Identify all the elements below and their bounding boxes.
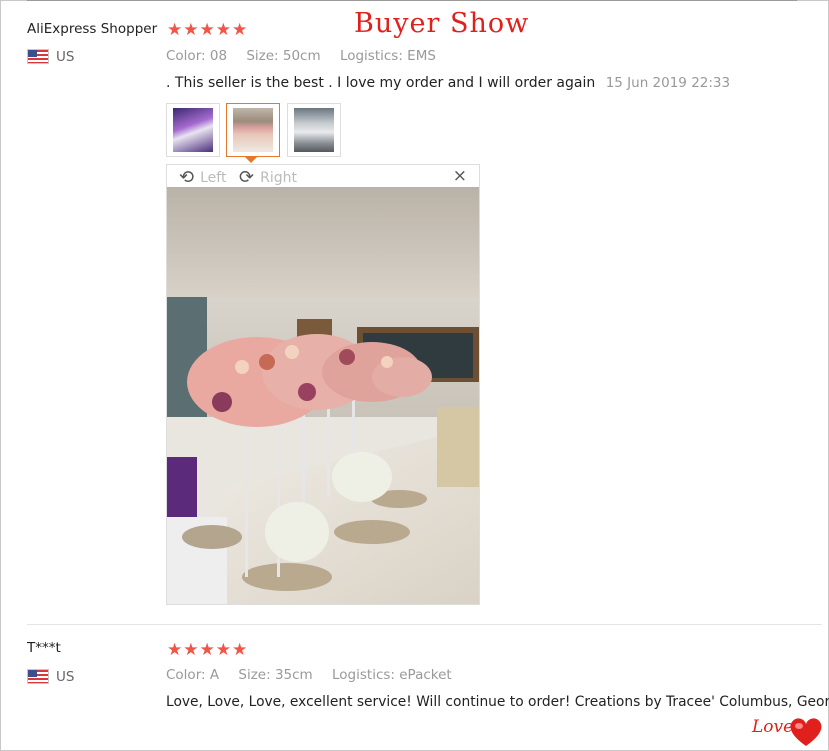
- review-divider: [27, 624, 822, 625]
- order-info: Color: 08 Size: 50cm Logistics: EMS: [166, 48, 451, 64]
- color-info: Color: A: [166, 667, 220, 683]
- color-info: Color: 08: [166, 48, 228, 64]
- close-icon[interactable]: ×: [453, 166, 467, 186]
- rotate-left-button[interactable]: ⟲ Left: [179, 167, 226, 188]
- rating-stars: ★ ★ ★ ★ ★: [167, 642, 247, 659]
- rotate-right-icon: ⟳: [239, 167, 255, 188]
- star-icon: ★: [183, 640, 199, 660]
- order-info: Color: A Size: 35cm Logistics: ePacket: [166, 667, 467, 683]
- logistics-info: Logistics: EMS: [339, 48, 436, 64]
- rotate-left-label: Left: [200, 169, 227, 186]
- photo-illustration: [167, 187, 479, 604]
- star-icon: ★: [215, 20, 231, 40]
- rotate-right-button[interactable]: ⟳ Right: [239, 167, 297, 188]
- buyer-show-headline: Buyer Show: [354, 8, 530, 39]
- size-info: Size: 35cm: [238, 667, 313, 683]
- logistics-info: Logistics: ePacket: [332, 667, 452, 683]
- review-photo-thumb[interactable]: [166, 103, 220, 157]
- review-photo-thumb-selected[interactable]: [226, 103, 280, 157]
- review-text: Love, Love, Love, excellent service! Wil…: [166, 694, 829, 710]
- top-divider: [27, 0, 797, 1]
- star-icon: ★: [215, 640, 231, 660]
- review-photo-thumb[interactable]: [287, 103, 341, 157]
- rotate-right-label: Right: [260, 169, 297, 186]
- review-date: 15 Jun 2019 22:33: [605, 75, 731, 91]
- review-text: . This seller is the best . I love my or…: [166, 75, 596, 91]
- star-icon: ★: [167, 20, 183, 40]
- reviewer-country: US: [56, 49, 75, 65]
- photo-thumbnail-image: [233, 108, 273, 152]
- star-icon: ★: [199, 20, 215, 40]
- reviewer-name: T***t: [27, 640, 61, 656]
- photo-thumbnail-image: [173, 108, 213, 152]
- rating-stars: ★ ★ ★ ★ ★: [167, 22, 247, 39]
- heart-icon: [790, 718, 822, 746]
- us-flag-icon: [27, 669, 49, 684]
- us-flag-icon: [27, 49, 49, 64]
- photo-thumbnail-image: [294, 108, 334, 152]
- star-icon: ★: [167, 640, 183, 660]
- star-icon: ★: [199, 640, 215, 660]
- reviewer-country: US: [56, 669, 75, 685]
- review-text-row: . This seller is the best . I love my or…: [166, 75, 730, 91]
- selected-thumb-caret: [244, 156, 258, 163]
- reviewer-name: AliExpress Shopper: [27, 21, 158, 37]
- size-info: Size: 50cm: [246, 48, 321, 64]
- star-icon: ★: [232, 20, 248, 40]
- star-icon: ★: [183, 20, 199, 40]
- photo-viewer: ⟲ Left ⟳ Right ×: [166, 164, 480, 605]
- viewer-toolbar: ⟲ Left ⟳ Right ×: [167, 165, 479, 188]
- star-icon: ★: [232, 640, 248, 660]
- review-photo-large: [167, 187, 479, 604]
- rotate-left-icon: ⟲: [179, 167, 195, 188]
